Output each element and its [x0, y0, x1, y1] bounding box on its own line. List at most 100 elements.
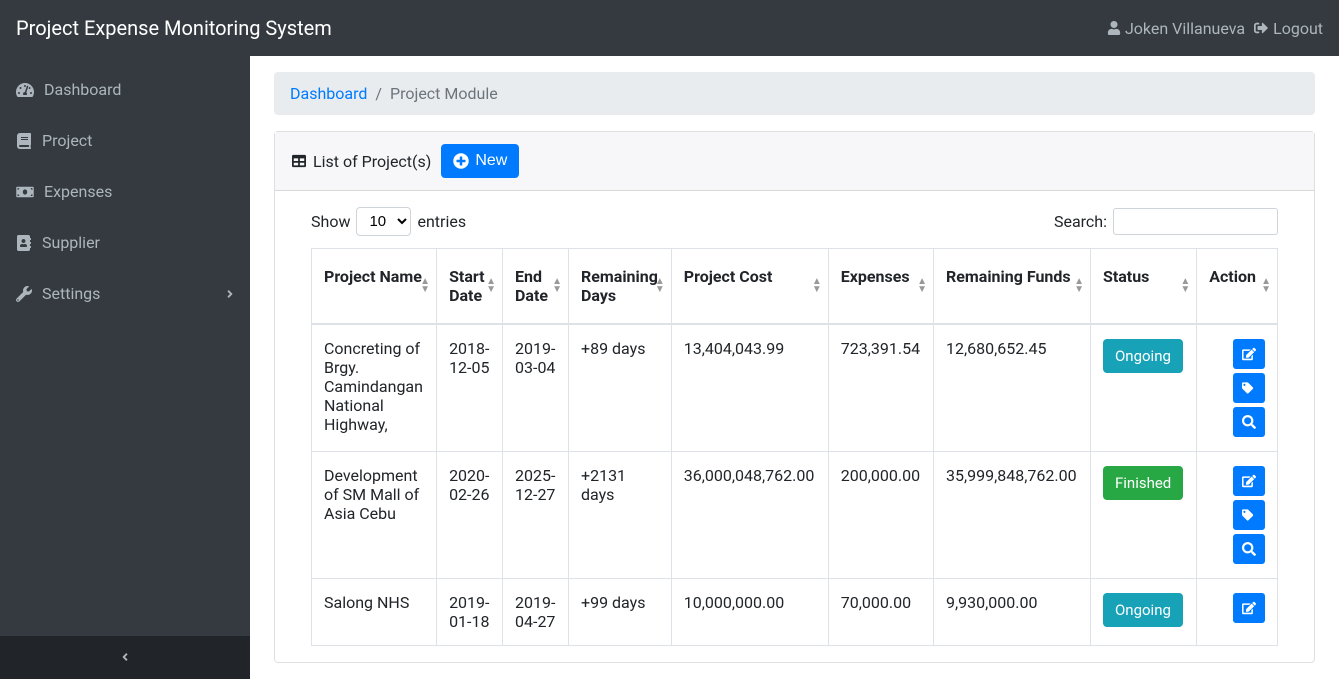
- sidebar-item-dashboard[interactable]: Dashboard: [0, 64, 250, 115]
- edit-icon: [1242, 347, 1256, 361]
- main-content: Dashboard / Project Module List of Proje…: [250, 56, 1339, 679]
- breadcrumb-current: Project Module: [390, 84, 498, 103]
- top-nav: Project Expense Monitoring System Joken …: [0, 0, 1339, 56]
- chevron-left-icon: [121, 651, 129, 663]
- length-control: Show 10 entries: [311, 207, 466, 236]
- column-label: Remaining Funds: [946, 267, 1071, 286]
- view-button[interactable]: [1233, 534, 1265, 564]
- sidebar-item-settings[interactable]: Settings: [0, 268, 250, 319]
- tag-button[interactable]: [1233, 500, 1265, 530]
- sidebar-label: Settings: [42, 284, 100, 303]
- column-label: Status: [1103, 267, 1149, 286]
- table-cell: +89 days: [569, 324, 672, 452]
- top-right: Joken Villanueva Logout: [1107, 19, 1323, 38]
- table-cell: 2020-02-26: [437, 452, 503, 579]
- card-header: List of Project(s) New: [275, 132, 1314, 191]
- sidebar-collapse[interactable]: [0, 636, 250, 679]
- column-label: Start Date: [449, 267, 485, 305]
- table-row: Concreting of Brgy. Camindangan National…: [312, 324, 1278, 452]
- new-button-label: New: [475, 152, 507, 170]
- user-icon: [1107, 21, 1121, 35]
- table-icon: [291, 154, 307, 168]
- edit-icon: [1242, 474, 1256, 488]
- column-header[interactable]: Project Cost▲▼: [671, 249, 828, 325]
- edit-button[interactable]: [1233, 339, 1265, 369]
- sort-icon: ▲▼: [917, 278, 927, 294]
- entries-label: entries: [417, 212, 466, 231]
- table-cell: +99 days: [569, 579, 672, 646]
- action-cell: [1197, 324, 1278, 452]
- brand-title: Project Expense Monitoring System: [16, 16, 332, 40]
- breadcrumb-sep: /: [375, 84, 382, 103]
- money-icon: [16, 185, 34, 199]
- table-cell: 70,000.00: [828, 579, 933, 646]
- status-badge: Ongoing: [1103, 593, 1183, 627]
- sort-icon: ▲▼: [812, 278, 822, 294]
- table-cell: 35,999,848,762.00: [934, 452, 1091, 579]
- table-cell: 2019-01-18: [437, 579, 503, 646]
- status-cell: Ongoing: [1090, 324, 1196, 452]
- sidebar-item-project[interactable]: Project: [0, 115, 250, 166]
- card-title-wrap: List of Project(s): [291, 152, 431, 171]
- column-label: Remaining Days: [581, 267, 658, 305]
- new-button[interactable]: New: [441, 144, 519, 178]
- column-label: Expenses: [841, 267, 910, 286]
- tag-button[interactable]: [1233, 373, 1265, 403]
- projects-table: Project Name▲▼Start Date▲▼End Date▲▼Rema…: [311, 248, 1278, 646]
- plus-circle-icon: [453, 153, 469, 169]
- table-cell: 2019-03-04: [503, 324, 569, 452]
- user-link[interactable]: Joken Villanueva: [1107, 19, 1245, 38]
- sidebar: Dashboard Project Expenses Supplier: [0, 56, 250, 679]
- column-header[interactable]: Action ▲▼: [1197, 249, 1278, 325]
- edit-button[interactable]: [1233, 466, 1265, 496]
- column-header[interactable]: Remaining Days▲▼: [569, 249, 672, 325]
- table-row: Development of SM Mall of Asia Cebu2020-…: [312, 452, 1278, 579]
- status-cell: Ongoing: [1090, 579, 1196, 646]
- table-cell: 10,000,000.00: [671, 579, 828, 646]
- sort-icon: ▲▼: [552, 278, 562, 294]
- card-title: List of Project(s): [313, 152, 431, 171]
- show-label: Show: [311, 212, 350, 231]
- status-badge: Finished: [1103, 466, 1183, 500]
- table-controls: Show 10 entries Search:: [311, 207, 1278, 236]
- view-button[interactable]: [1233, 407, 1265, 437]
- column-header[interactable]: End Date▲▼: [503, 249, 569, 325]
- edit-button[interactable]: [1233, 593, 1265, 623]
- sort-icon: ▲▼: [1261, 278, 1271, 294]
- address-book-icon: [16, 235, 32, 251]
- column-header[interactable]: Project Name▲▼: [312, 249, 437, 325]
- breadcrumb-home[interactable]: Dashboard: [290, 84, 367, 103]
- tachometer-icon: [16, 82, 34, 98]
- column-header[interactable]: Start Date▲▼: [437, 249, 503, 325]
- column-header[interactable]: Expenses ▲▼: [828, 249, 933, 325]
- table-cell: +2131 days: [569, 452, 672, 579]
- view-icon: [1242, 415, 1256, 429]
- length-select[interactable]: 10: [356, 207, 411, 236]
- logout-link[interactable]: Logout: [1253, 19, 1323, 38]
- sort-icon: ▲▼: [486, 278, 496, 294]
- table-cell: 2019-04-27: [503, 579, 569, 646]
- table-cell: 200,000.00: [828, 452, 933, 579]
- action-cell: [1197, 452, 1278, 579]
- logout-icon: [1253, 21, 1269, 35]
- sort-icon: ▲▼: [655, 278, 665, 294]
- wrench-icon: [16, 286, 32, 302]
- book-icon: [16, 133, 32, 149]
- column-header[interactable]: Status▲▼: [1090, 249, 1196, 325]
- table-cell: 723,391.54: [828, 324, 933, 452]
- sidebar-item-expenses[interactable]: Expenses: [0, 166, 250, 217]
- column-header[interactable]: Remaining Funds▲▼: [934, 249, 1091, 325]
- sidebar-label: Dashboard: [44, 80, 121, 99]
- search-input[interactable]: [1113, 208, 1278, 235]
- sidebar-item-supplier[interactable]: Supplier: [0, 217, 250, 268]
- table-cell: Development of SM Mall of Asia Cebu: [312, 452, 437, 579]
- tag-icon: [1242, 508, 1256, 522]
- table-row: Salong NHS2019-01-182019-04-27+99 days10…: [312, 579, 1278, 646]
- status-badge: Ongoing: [1103, 339, 1183, 373]
- action-cell: [1197, 579, 1278, 646]
- column-label: End Date: [515, 267, 548, 305]
- sort-icon: ▲▼: [420, 278, 430, 294]
- tag-icon: [1242, 381, 1256, 395]
- view-icon: [1242, 542, 1256, 556]
- column-label: Action: [1209, 267, 1256, 286]
